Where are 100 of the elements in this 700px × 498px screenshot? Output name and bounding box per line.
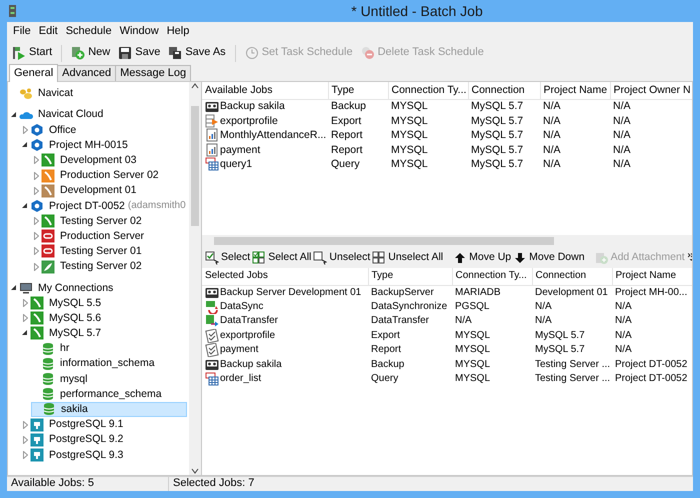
- table-cell: Query: [331, 158, 360, 170]
- menu-item[interactable]: Help: [162, 25, 194, 39]
- collapse-icon[interactable]: [11, 284, 17, 291]
- tree-item[interactable]: information_schema: [57, 356, 158, 372]
- tree-item[interactable]: performance_schema: [57, 386, 165, 402]
- selected-tree-item[interactable]: sakila: [31, 402, 187, 417]
- job-name[interactable]: order_list: [220, 373, 262, 386]
- table-cell: N/A: [615, 300, 632, 312]
- tree-item[interactable]: hr: [57, 341, 72, 356]
- toolbar-button[interactable]: Select: [204, 250, 252, 266]
- table-cell: MYSQL: [391, 114, 428, 127]
- tree-item[interactable]: Testing Server 02: [57, 259, 145, 274]
- job-name[interactable]: MonthlyAttendanceR...: [220, 129, 326, 142]
- expand-icon[interactable]: [22, 436, 28, 444]
- toolbar-button[interactable]: Move Up: [452, 250, 512, 266]
- menu-item[interactable]: Schedule: [62, 25, 116, 39]
- collapse-icon[interactable]: [22, 202, 28, 209]
- tree-item[interactable]: Office: [46, 122, 80, 138]
- expand-icon[interactable]: [22, 314, 28, 322]
- tree-item[interactable]: PostgreSQL 9.2: [46, 432, 126, 448]
- tree-item[interactable]: Development 03: [57, 153, 140, 168]
- tree-item[interactable]: Production Server 02: [57, 168, 162, 183]
- job-name[interactable]: DataSync: [220, 300, 264, 313]
- tree-item[interactable]: Navicat Cloud: [35, 107, 106, 122]
- scroll-down-icon[interactable]: [191, 467, 199, 475]
- column-header[interactable]: Connection: [468, 82, 540, 100]
- column-header[interactable]: Project Name: [540, 82, 610, 100]
- table-cell: MySQL 5.7: [471, 158, 524, 170]
- tab[interactable]: Message Log: [115, 64, 192, 81]
- toolbar-button[interactable]: Unselect: [312, 250, 372, 266]
- database-icon: [41, 387, 55, 402]
- expand-icon[interactable]: [22, 420, 28, 429]
- toolbar-button[interactable]: Select All: [251, 250, 312, 266]
- menu-item[interactable]: Edit: [34, 25, 62, 39]
- expand-icon[interactable]: [34, 232, 38, 240]
- toolbar-button[interactable]: Start: [9, 45, 56, 61]
- tab[interactable]: General: [9, 64, 58, 82]
- menu-item[interactable]: File: [9, 25, 35, 39]
- tree-item[interactable]: Project MH-0015: [46, 138, 131, 152]
- scrollbar[interactable]: [202, 235, 692, 247]
- tree-item[interactable]: mysql: [57, 372, 90, 386]
- column-header[interactable]: Project Owner N: [610, 82, 692, 100]
- collapse-icon[interactable]: [11, 112, 17, 118]
- table-cell: MYSQL: [455, 330, 490, 341]
- table-cell: Testing Server ...: [535, 373, 610, 384]
- column-header[interactable]: Type: [368, 268, 452, 285]
- job-name[interactable]: Backup sakila: [220, 358, 282, 371]
- toolbar-button[interactable]: Move Down: [512, 250, 586, 266]
- expand-icon[interactable]: [34, 262, 38, 271]
- column-header[interactable]: Connection: [532, 268, 612, 285]
- tree-item[interactable]: Testing Server 01: [57, 244, 145, 259]
- toolbar-button[interactable]: Save: [115, 45, 164, 61]
- column-header[interactable]: Project Name: [612, 268, 692, 285]
- column-header[interactable]: Selected Jobs: [202, 268, 368, 285]
- expand-icon[interactable]: [34, 172, 38, 180]
- tab[interactable]: Advanced: [57, 64, 116, 81]
- scrollbar-thumb[interactable]: [191, 106, 199, 226]
- job-name[interactable]: payment: [220, 344, 258, 356]
- toolbar-button[interactable]: Unselect All: [371, 250, 444, 266]
- tree-item[interactable]: MySQL 5.6: [46, 310, 104, 326]
- column-header[interactable]: Connection Ty...: [452, 268, 532, 285]
- job-name[interactable]: query1: [220, 158, 252, 171]
- app-icon: [19, 86, 33, 101]
- tree-item[interactable]: MySQL 5.7: [46, 326, 104, 341]
- collapse-icon[interactable]: [22, 330, 28, 336]
- expand-icon[interactable]: [34, 217, 38, 226]
- tree-item[interactable]: Testing Server 02: [57, 214, 145, 228]
- tree-item[interactable]: Project DT-0052: [46, 198, 128, 214]
- column-header[interactable]: Available Jobs: [202, 82, 328, 100]
- table-cell: N/A: [543, 129, 561, 142]
- tree-item[interactable]: MySQL 5.5: [46, 296, 104, 310]
- job-name[interactable]: exportprofile: [220, 114, 278, 128]
- toolbar-button[interactable]: New: [68, 45, 114, 61]
- expand-icon[interactable]: [34, 247, 38, 256]
- expand-icon[interactable]: [34, 156, 38, 164]
- scroll-up-icon[interactable]: [191, 82, 199, 90]
- table-cell: N/A: [543, 114, 561, 127]
- tree-item[interactable]: Navicat: [35, 86, 76, 101]
- expand-icon[interactable]: [22, 299, 28, 308]
- job-name[interactable]: DataTransfer: [220, 315, 278, 328]
- column-header[interactable]: Type: [328, 82, 388, 100]
- menu-item[interactable]: Window: [116, 25, 163, 39]
- expand-icon[interactable]: [22, 126, 28, 134]
- job-name[interactable]: exportprofile: [220, 330, 276, 342]
- collapse-icon[interactable]: [22, 142, 28, 148]
- tree-item[interactable]: Production Server: [57, 228, 148, 244]
- toolbar-button[interactable]: Save As: [165, 45, 229, 61]
- tree-item[interactable]: PostgreSQL 9.3: [46, 448, 126, 462]
- job-name[interactable]: payment: [220, 144, 260, 156]
- expand-icon[interactable]: [34, 186, 38, 195]
- job-name[interactable]: Backup Server Development 01: [220, 286, 362, 298]
- tree-item[interactable]: My Connections: [35, 280, 116, 296]
- table-cell: MySQL 5.7: [471, 144, 524, 156]
- expand-icon[interactable]: [22, 450, 28, 459]
- column-header[interactable]: Connection Ty...: [388, 82, 468, 100]
- scrollbar[interactable]: [189, 82, 201, 475]
- tree-item[interactable]: PostgreSQL 9.1: [46, 417, 126, 432]
- job-name[interactable]: Backup sakila: [220, 100, 285, 113]
- table-cell: N/A: [613, 114, 631, 127]
- tree-item[interactable]: Development 01: [57, 183, 140, 198]
